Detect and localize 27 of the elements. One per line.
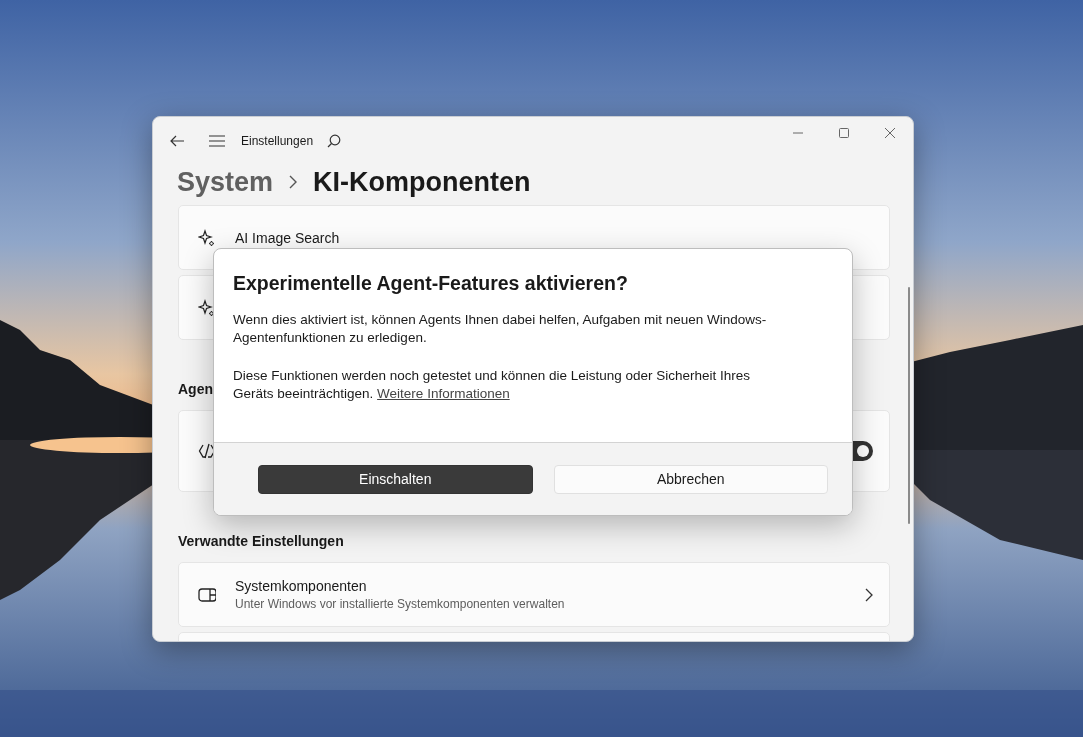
- setting-title: Systemkomponenten: [235, 578, 368, 594]
- back-icon[interactable]: [169, 133, 185, 149]
- dialog-text: Wenn dies aktiviert ist, können Agents Ihnen dabei helfen, Aufgaben mit neuen Windows-Agentenfunktionen zu erledigen.: [233, 311, 768, 347]
- confirm-button[interactable]: Einschalten: [258, 464, 533, 494]
- sparkle-icon: [198, 228, 216, 247]
- more-info-link[interactable]: Weitere Informationen: [377, 386, 510, 401]
- scrollbar[interactable]: [908, 287, 910, 524]
- close-icon[interactable]: [884, 128, 896, 138]
- section-heading: Verwandte Einstellungen: [178, 533, 344, 549]
- dialog-title: Experimentelle Agent-Features aktivieren?: [233, 272, 628, 295]
- section-heading: Agen: [178, 381, 213, 397]
- chevron-icon: [289, 175, 298, 189]
- maximize-icon[interactable]: [838, 128, 850, 138]
- dialog-text: Diese Funktionen werden noch getestet und können die Leistung oder Sicherheit Ihres Geräts beeinträchtigen. Weitere Informationen: [233, 367, 752, 403]
- menu-icon[interactable]: [209, 134, 225, 148]
- chevron-icon: [865, 587, 873, 602]
- search-icon[interactable]: [327, 134, 342, 148]
- cancel-button[interactable]: Abbrechen: [553, 464, 828, 494]
- setting-label: AI Image Search: [235, 229, 341, 246]
- setting-description: Unter Windows vor installierte Systemkomponenten verwalten: [235, 597, 566, 611]
- panel-icon: [198, 585, 216, 604]
- breadcrumb-item: KI-Komponenten: [313, 166, 531, 198]
- breadcrumb-item[interactable]: System: [177, 166, 274, 198]
- window-title: Einstellungen: [241, 134, 314, 148]
- sparkle-icon: [198, 298, 216, 317]
- brackets-icon: [198, 442, 216, 460]
- setting-card[interactable]: Systemkomponenten Unter Windows vor installierte Systemkomponenten verwalten: [178, 562, 890, 627]
